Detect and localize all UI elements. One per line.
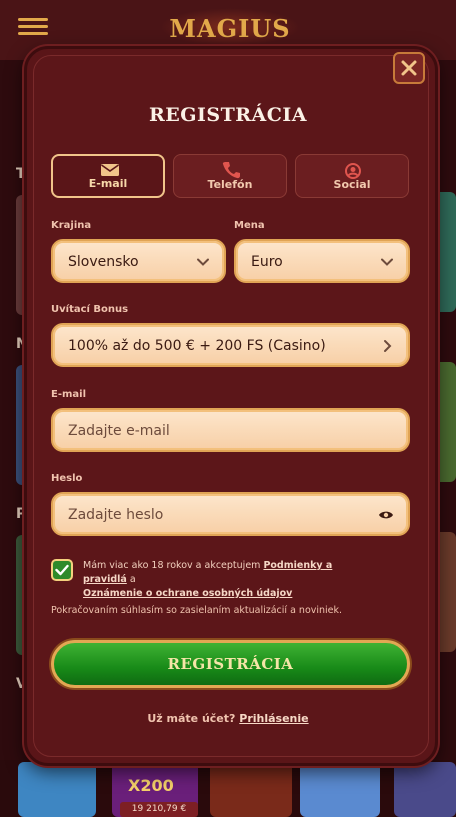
bonus-label: Uvítací Bonus	[51, 304, 129, 315]
tab-label: Telefón	[207, 178, 253, 191]
register-button[interactable]: REGISTRÁCIA	[51, 640, 410, 688]
close-button[interactable]	[393, 52, 425, 84]
tab-email[interactable]: E-mail	[51, 154, 165, 198]
game-tile[interactable]	[210, 762, 292, 817]
password-field[interactable]: Zadajte heslo	[51, 492, 410, 536]
bonus-select[interactable]: 100% až do 500 € + 200 FS (Casino)	[51, 323, 410, 367]
tab-label: Social	[333, 178, 371, 191]
game-tile[interactable]	[394, 762, 456, 817]
currency-label: Mena	[234, 220, 265, 231]
envelope-icon	[101, 164, 119, 176]
country-select[interactable]: Slovensko	[51, 239, 226, 283]
terms-text-part: a	[126, 574, 136, 585]
tile-price: 19 210,79 €	[120, 802, 198, 817]
register-button-label: REGISTRÁCIA	[167, 655, 294, 673]
currency-value: Euro	[251, 254, 283, 270]
tab-label: E-mail	[88, 177, 128, 190]
chevron-down-icon	[381, 258, 393, 266]
tab-phone[interactable]: Telefón	[173, 154, 287, 198]
password-placeholder: Zadajte heslo	[68, 507, 164, 523]
login-prompt: Už máte účet? Prihlásenie	[0, 712, 456, 725]
privacy-link[interactable]: Oznámenie o ochrane osobných údajov	[83, 588, 292, 599]
login-link[interactable]: Prihlásenie	[239, 712, 308, 725]
chevron-right-icon	[384, 340, 392, 352]
terms-checkbox[interactable]	[51, 559, 73, 581]
site-logo[interactable]: MAGIUS	[160, 8, 300, 46]
bonus-value: 100% až do 500 € + 200 FS (Casino)	[68, 338, 326, 354]
game-tile[interactable]	[300, 762, 380, 817]
close-icon	[401, 60, 417, 76]
tile-multiplier: X200	[128, 776, 174, 795]
consent-text: Pokračovaním súhlasím so zasielaním aktu…	[51, 605, 343, 616]
currency-select[interactable]: Euro	[234, 239, 410, 283]
password-label: Heslo	[51, 473, 83, 484]
phone-icon	[222, 162, 240, 179]
eye-icon[interactable]	[378, 509, 394, 521]
email-placeholder: Zadajte e-mail	[68, 423, 170, 439]
checkmark-icon	[55, 564, 69, 576]
terms-text-part: Mám viac ako 18 rokov a akceptujem	[83, 560, 264, 571]
login-prompt-text: Už máte účet?	[147, 712, 236, 725]
country-value: Slovensko	[68, 254, 139, 270]
game-tile[interactable]	[18, 762, 96, 817]
modal-title: REGISTRÁCIA	[148, 104, 308, 126]
tab-social[interactable]: Social	[295, 154, 409, 198]
menu-icon[interactable]	[18, 14, 48, 42]
country-label: Krajina	[51, 220, 92, 231]
email-label: E-mail	[51, 389, 87, 400]
terms-text: Mám viac ako 18 rokov a akceptujem Podmi…	[83, 559, 373, 601]
chevron-down-icon	[197, 258, 209, 266]
email-field[interactable]: Zadajte e-mail	[51, 408, 410, 452]
